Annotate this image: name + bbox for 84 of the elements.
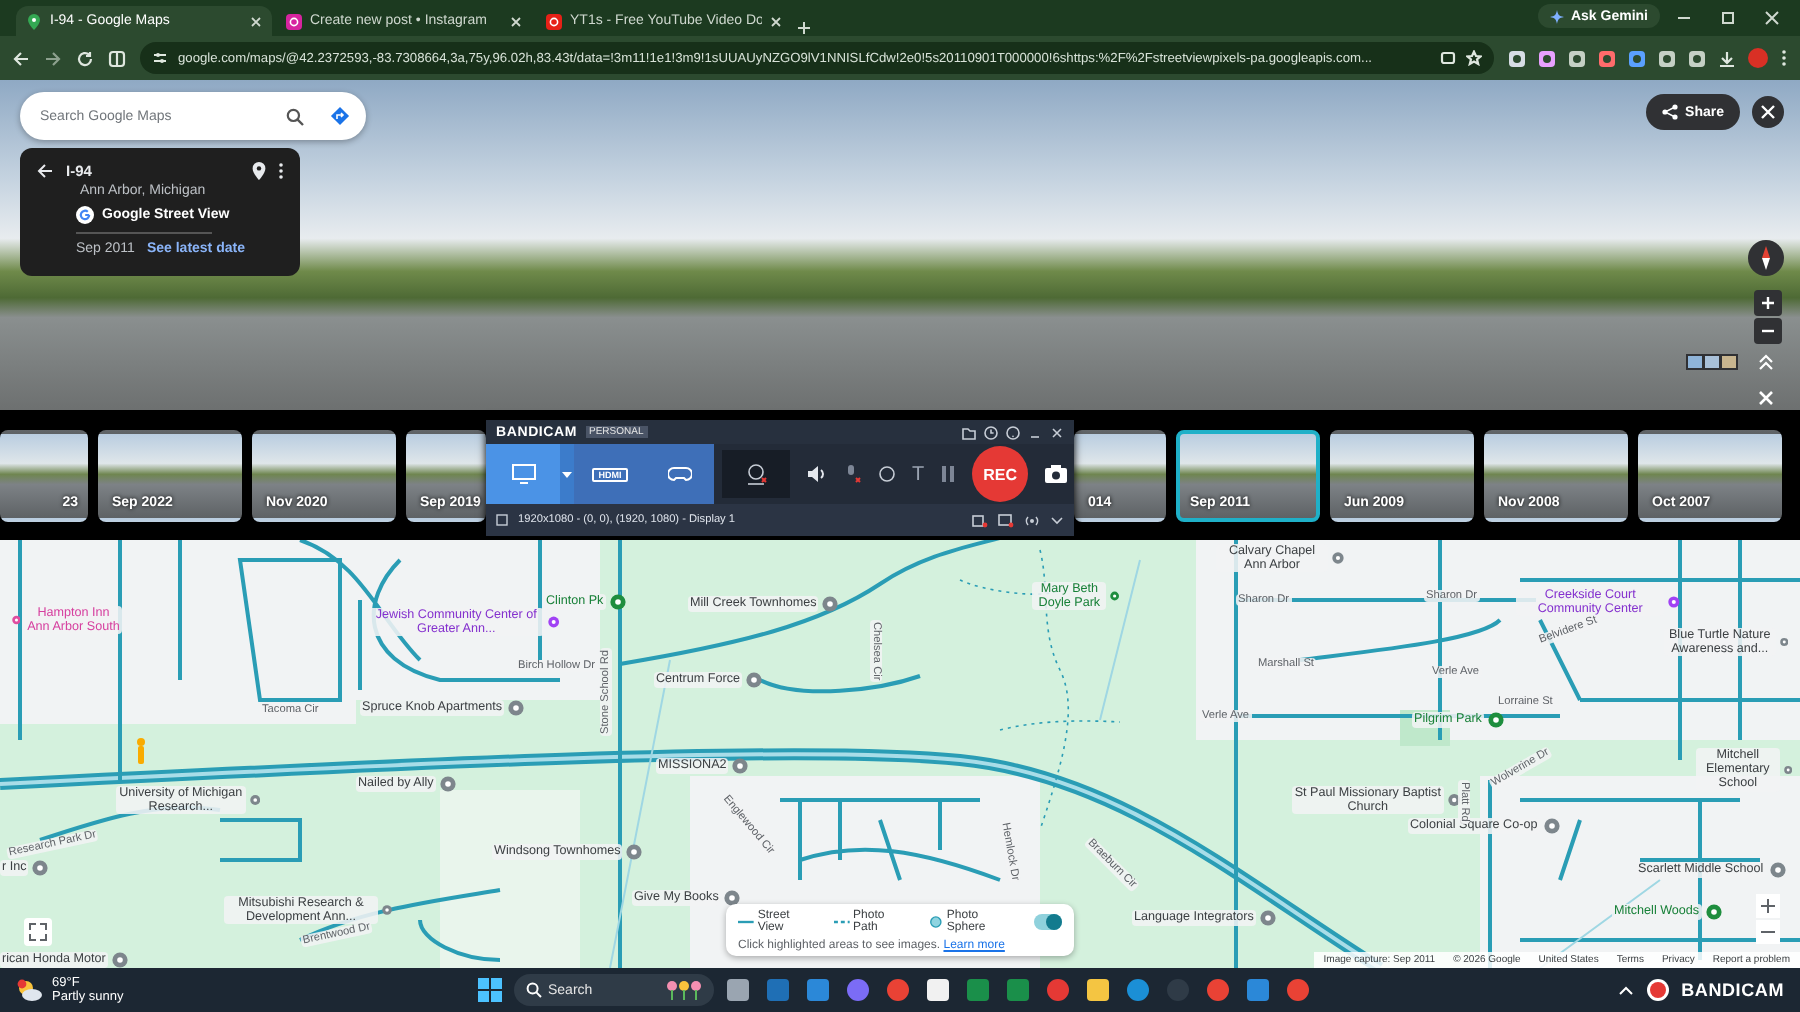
extension-icon[interactable] bbox=[1598, 49, 1616, 67]
flowers-drawing bbox=[666, 980, 702, 1000]
dropdown-button[interactable] bbox=[560, 444, 574, 504]
fullscreen-icon[interactable] bbox=[24, 918, 52, 946]
search-icon bbox=[526, 982, 542, 998]
screen-mode-button[interactable] bbox=[486, 444, 560, 504]
map-pin-icon bbox=[26, 13, 42, 29]
search-icon[interactable] bbox=[286, 108, 304, 126]
expand-up-icon[interactable] bbox=[1756, 352, 1776, 372]
line-icon bbox=[833, 916, 850, 928]
split-view-icon[interactable] bbox=[108, 49, 126, 67]
thumbnails-icon[interactable] bbox=[1686, 354, 1738, 370]
folder-icon[interactable] bbox=[962, 425, 976, 439]
camera-icon[interactable] bbox=[1044, 464, 1069, 484]
back-arrow-icon[interactable] bbox=[12, 49, 30, 67]
close-icon[interactable] bbox=[1050, 425, 1064, 439]
close-icon[interactable] bbox=[510, 15, 522, 27]
plus-icon[interactable] bbox=[796, 20, 812, 36]
zoom-out-icon[interactable] bbox=[1756, 920, 1780, 944]
webcam-icon bbox=[744, 462, 768, 486]
round-app-icon[interactable] bbox=[1046, 978, 1070, 1002]
record-button[interactable]: REC bbox=[972, 446, 1029, 502]
round-app-icon[interactable] bbox=[1286, 978, 1310, 1002]
round-app-icon[interactable] bbox=[886, 978, 910, 1002]
clock-icon[interactable] bbox=[984, 425, 998, 439]
webcam-button[interactable] bbox=[722, 450, 790, 498]
tray-logo: BANDICAM bbox=[1681, 980, 1784, 1000]
close-icon[interactable] bbox=[1752, 96, 1784, 128]
star-icon[interactable] bbox=[1466, 50, 1482, 66]
zoom-in-icon[interactable] bbox=[1754, 290, 1782, 316]
microphone-icon[interactable] bbox=[842, 464, 862, 484]
download-icon[interactable] bbox=[1718, 49, 1736, 67]
speaker-icon[interactable] bbox=[806, 464, 826, 484]
pause-icon[interactable] bbox=[940, 464, 957, 484]
text-tool-icon[interactable]: T bbox=[912, 463, 925, 485]
extension-icon[interactable] bbox=[1688, 49, 1706, 67]
help-icon[interactable] bbox=[1006, 425, 1020, 439]
close-icon[interactable] bbox=[1764, 10, 1780, 26]
extension-icon[interactable] bbox=[1568, 49, 1586, 67]
broadcast-icon[interactable] bbox=[1024, 513, 1040, 527]
weather-sun-cloud-icon bbox=[16, 978, 44, 1002]
camera-icon bbox=[286, 13, 302, 29]
checkbox[interactable] bbox=[496, 514, 508, 526]
back-arrow-icon[interactable] bbox=[36, 162, 54, 180]
close-icon[interactable] bbox=[770, 15, 782, 27]
map-pin-icon[interactable] bbox=[252, 162, 266, 180]
square-app-icon[interactable] bbox=[926, 978, 950, 1002]
extension-icon[interactable] bbox=[1538, 49, 1556, 67]
round-app-icon[interactable] bbox=[846, 978, 870, 1002]
caret-icon bbox=[562, 471, 572, 477]
square-app-icon[interactable] bbox=[1086, 978, 1110, 1002]
dot-icon bbox=[927, 916, 943, 928]
start-icon[interactable] bbox=[478, 978, 502, 1002]
extension-icon[interactable] bbox=[1628, 49, 1646, 67]
square-app-icon[interactable] bbox=[726, 978, 750, 1002]
site-settings-icon[interactable] bbox=[152, 50, 168, 66]
extension-icon[interactable] bbox=[1508, 49, 1526, 67]
record-icon[interactable] bbox=[1645, 978, 1670, 1002]
logo-icon bbox=[76, 206, 94, 224]
reload-icon[interactable] bbox=[76, 49, 94, 67]
round-app-icon[interactable] bbox=[1206, 978, 1230, 1002]
forward-arrow-icon[interactable] bbox=[44, 49, 62, 67]
install-icon[interactable] bbox=[1440, 50, 1456, 66]
chevron-down-icon[interactable] bbox=[1050, 515, 1064, 525]
more-menu-icon[interactable] bbox=[278, 162, 284, 180]
toggle-switch[interactable] bbox=[1034, 914, 1062, 930]
webcam-overlay-icon[interactable] bbox=[972, 513, 988, 527]
zoom-out-icon[interactable] bbox=[1754, 318, 1782, 344]
game-mode-button[interactable] bbox=[646, 444, 714, 504]
compass-icon[interactable] bbox=[1748, 240, 1784, 276]
round-app-icon[interactable] bbox=[1126, 978, 1150, 1002]
gamepad-icon bbox=[668, 466, 692, 482]
chevron-up-icon[interactable] bbox=[1617, 984, 1634, 996]
extension-icon[interactable] bbox=[1658, 49, 1676, 67]
more-menu-icon[interactable] bbox=[1780, 48, 1788, 68]
close-icon[interactable] bbox=[250, 15, 262, 27]
maximize-icon[interactable] bbox=[1720, 10, 1736, 26]
line-icon bbox=[738, 916, 754, 928]
directions-icon[interactable] bbox=[330, 106, 350, 126]
zoom-in-icon[interactable] bbox=[1756, 894, 1780, 918]
screen-overlay-icon[interactable] bbox=[998, 513, 1014, 527]
share-icon bbox=[1661, 104, 1678, 120]
monitor-icon bbox=[511, 464, 535, 484]
sparkle-icon bbox=[1550, 9, 1565, 23]
